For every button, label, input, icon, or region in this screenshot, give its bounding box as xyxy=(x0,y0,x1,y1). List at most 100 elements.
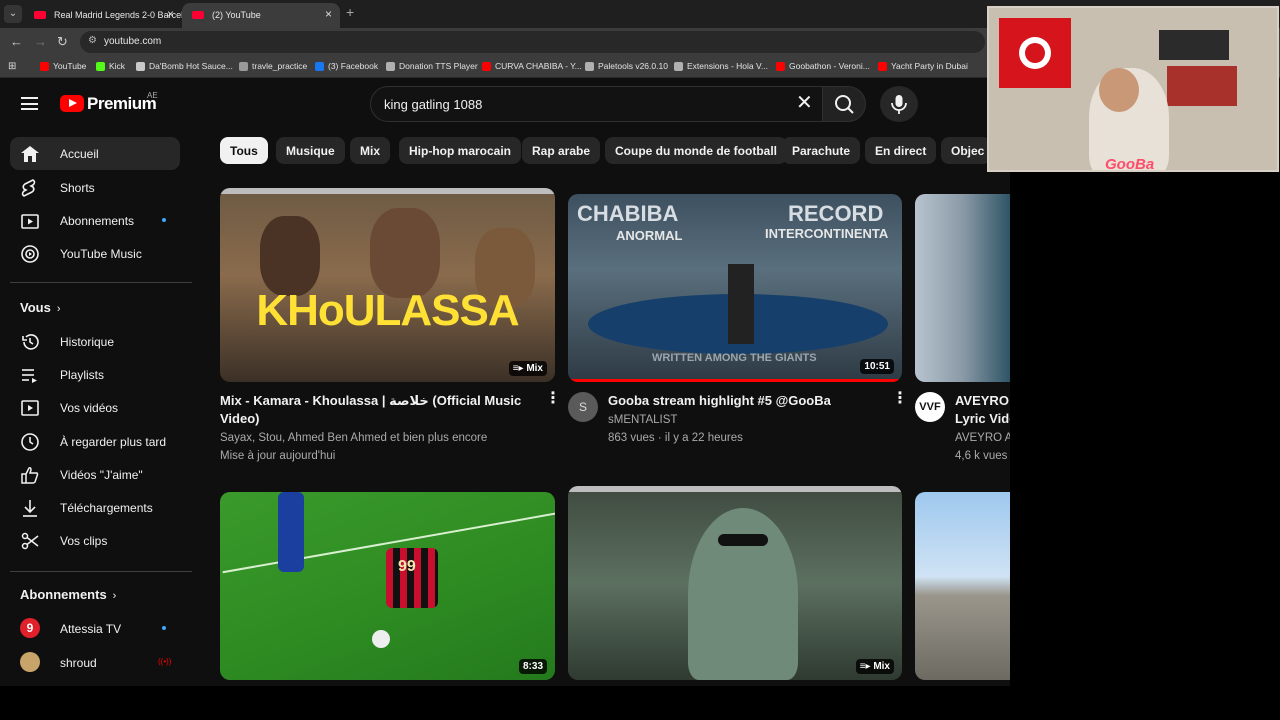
stream-overlay-area xyxy=(1010,172,1280,720)
badge-label: Mix xyxy=(873,661,890,672)
sidebar-item-playlists[interactable]: Playlists xyxy=(10,358,180,391)
sidebar-item-watch-later[interactable]: À regarder plus tard xyxy=(10,425,180,458)
clips-icon xyxy=(21,532,39,550)
history-icon xyxy=(22,334,39,350)
sidebar-item-history[interactable]: Historique xyxy=(10,325,180,358)
duration-badge: 10:51 xyxy=(860,359,894,374)
sidebar-you-heading[interactable]: Vous › xyxy=(20,300,61,315)
channel-avatar[interactable]: VVF xyxy=(915,392,945,422)
site-info-icon[interactable]: ⚙ xyxy=(88,35,97,46)
youtube-play-icon xyxy=(60,95,84,112)
video-thumbnail[interactable] xyxy=(915,492,1010,680)
video-thumbnail[interactable] xyxy=(915,194,1010,382)
bookmark-extensions[interactable]: Extensions - Hola V... xyxy=(674,61,768,71)
chip-en-direct[interactable]: En direct xyxy=(865,137,937,164)
video-thumbnail[interactable]: 99 8:33 xyxy=(220,492,555,680)
chip-coupe-du-monde[interactable]: Coupe du monde de football xyxy=(605,137,787,164)
video-thumbnail[interactable]: ≡▸ Mix xyxy=(568,486,902,680)
bookmark-donation-tts[interactable]: Donation TTS Player xyxy=(386,61,478,71)
sidebar-item-subscriptions[interactable]: Abonnements xyxy=(10,204,180,237)
bookmark-travle[interactable]: travle_practice xyxy=(239,61,307,71)
flag-crescent xyxy=(1025,43,1045,63)
search-button[interactable] xyxy=(822,86,866,122)
jersey-number: 99 xyxy=(398,558,416,575)
apps-grid-icon[interactable]: ⊞ xyxy=(8,61,16,72)
bookmark-goobathon[interactable]: Goobathon - Veroni... xyxy=(776,61,870,71)
new-tab-button[interactable]: + xyxy=(346,4,354,20)
sidebar-item-attessia-tv[interactable]: 9 Attessia TV xyxy=(10,612,180,645)
thumbnail-text-record: RECORD xyxy=(788,201,884,226)
new-content-dot xyxy=(162,626,166,630)
bookmark-yacht-party[interactable]: Yacht Party in Dubai xyxy=(878,61,968,71)
shorts-icon xyxy=(21,179,36,197)
sidebar-item-downloads[interactable]: Téléchargements xyxy=(10,491,180,524)
clear-search-icon[interactable]: ✕ xyxy=(796,93,813,113)
close-tab-icon[interactable]: × xyxy=(325,7,332,21)
sidebar-item-youtube-music[interactable]: YouTube Music xyxy=(10,237,180,270)
sidebar-item-home[interactable]: Accueil xyxy=(10,137,180,170)
chip-mix[interactable]: Mix xyxy=(350,137,391,164)
sidebar-item-shorts[interactable]: Shorts xyxy=(10,171,180,204)
video-channel[interactable]: sMENTALIST xyxy=(608,411,677,429)
chip-rap-arabe[interactable]: Rap arabe xyxy=(522,137,601,164)
video-channel[interactable]: AVEYRO A xyxy=(955,429,1010,447)
url-field[interactable]: ⚙ youtube.com xyxy=(80,31,985,53)
video-title-line2[interactable]: Lyric Vide xyxy=(955,410,1010,428)
sidebar-item-clips[interactable]: Vos clips xyxy=(10,524,180,557)
video-channel[interactable]: Sayax, Stou, Ahmed Ben Ahmed et bien plu… xyxy=(220,429,487,447)
bookmark-paletools[interactable]: Paletools v26.0.10 xyxy=(585,61,668,71)
sidebar-subscriptions-heading[interactable]: Abonnements › xyxy=(20,587,116,602)
tab-search-button[interactable]: ⌄ xyxy=(4,5,22,23)
search-input[interactable] xyxy=(384,95,784,113)
browser-tab[interactable]: Real Madrid Legends 2-0 Barcel × xyxy=(24,3,182,28)
video-title[interactable]: Mix - Kamara - Khoulassa | خلاصة (Offici… xyxy=(220,392,530,428)
your-videos-icon xyxy=(21,400,39,416)
voice-search-button[interactable] xyxy=(880,86,918,122)
back-icon[interactable]: ← xyxy=(10,34,23,49)
video-thumbnail[interactable]: KHoULASSA ≡▸ Mix xyxy=(220,188,555,382)
video-title[interactable]: Gooba stream highlight #5 @GooBa xyxy=(608,392,888,410)
chip-tous[interactable]: Tous xyxy=(220,137,268,164)
search-icon xyxy=(835,95,854,114)
youtube-favicon-icon xyxy=(192,11,204,19)
sunglasses xyxy=(718,534,768,546)
bookmark-dabomb[interactable]: Da'Bomb Hot Sauce... xyxy=(136,61,233,71)
video-thumbnail[interactable]: CHABIBA RECORD ANORMAL INTERCONTINENTA W… xyxy=(568,194,902,382)
sidebar-item-liked-videos[interactable]: Vidéos "J'aime" xyxy=(10,458,180,491)
bookmark-facebook[interactable]: (3) Facebook xyxy=(315,61,378,71)
shroud-avatar xyxy=(20,652,40,672)
more-options-icon[interactable]: ⋮ xyxy=(545,391,561,407)
bookmark-curva-chabiba[interactable]: CURVA CHABIBA - Y... xyxy=(482,61,582,71)
playlists-icon xyxy=(22,369,37,383)
bookmark-kick[interactable]: Kick xyxy=(96,61,125,71)
chip-musique[interactable]: Musique xyxy=(276,137,345,164)
duration-badge: 8:33 xyxy=(518,659,547,674)
thumbnail-text-anormal: ANORMAL xyxy=(616,228,683,243)
streamer-face xyxy=(1099,68,1139,112)
menu-icon[interactable] xyxy=(21,97,38,110)
channel-avatar[interactable]: S xyxy=(568,392,598,422)
chip-hip-hop-marocain[interactable]: Hip-hop marocain xyxy=(399,137,522,164)
chip-objec[interactable]: Objec xyxy=(941,137,991,164)
thumbnail-text-intercontinental: INTERCONTINENTA xyxy=(765,226,889,241)
sidebar-divider xyxy=(10,571,192,572)
person-figure xyxy=(260,216,320,296)
sidebar-item-label: Shorts xyxy=(60,181,95,195)
search-box xyxy=(370,86,822,122)
video-title[interactable]: AVEYRO xyxy=(955,392,1010,410)
sidebar-item-your-videos[interactable]: Vos vidéos xyxy=(10,391,180,424)
mix-stack-edge xyxy=(568,486,902,492)
music-icon xyxy=(21,245,39,263)
person-figure xyxy=(370,208,440,298)
more-options-icon[interactable]: ⋮ xyxy=(892,391,908,407)
close-tab-icon[interactable]: × xyxy=(167,7,174,21)
bookmark-youtube[interactable]: YouTube xyxy=(40,61,86,71)
forward-icon[interactable]: → xyxy=(34,34,47,49)
browser-tab-active[interactable]: (2) YouTube × xyxy=(182,3,340,28)
player-jersey: 99 xyxy=(386,548,438,608)
reload-icon[interactable]: ↻ xyxy=(57,34,68,50)
webcam-overlay: GooBa xyxy=(987,6,1279,172)
sidebar-item-label: Vos vidéos xyxy=(60,401,119,415)
chip-parachute[interactable]: Parachute xyxy=(782,137,861,164)
sidebar-item-shroud[interactable]: shroud ((•)) xyxy=(10,646,180,679)
